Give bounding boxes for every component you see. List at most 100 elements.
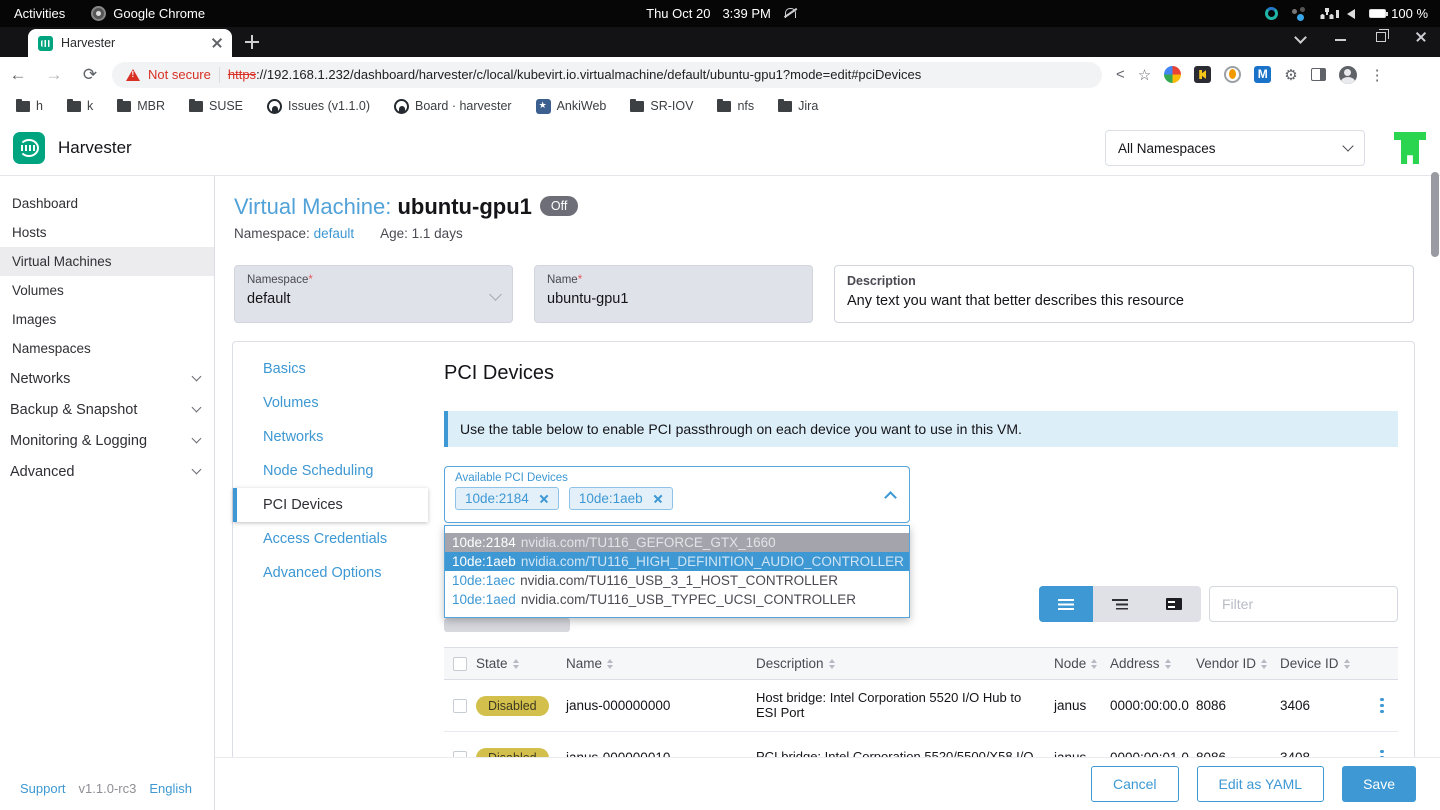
view-toggle-group xyxy=(1039,586,1201,622)
support-link[interactable]: Support xyxy=(20,781,66,796)
tab-node-scheduling[interactable]: Node Scheduling xyxy=(233,454,428,488)
save-button[interactable]: Save xyxy=(1342,766,1416,802)
window-close-button[interactable] xyxy=(1416,32,1426,42)
sidebar-item-hosts[interactable]: Hosts xyxy=(0,218,214,247)
bookmark-folder[interactable]: SUSE xyxy=(189,99,243,113)
system-tray[interactable]: 100 % xyxy=(796,6,1440,21)
bookmark-folder[interactable]: Jira xyxy=(778,99,818,113)
namespace-filter-select[interactable]: All Namespaces xyxy=(1105,130,1365,166)
tab-volumes[interactable]: Volumes xyxy=(233,386,428,420)
row-actions-kebab-icon[interactable] xyxy=(1366,698,1398,714)
minimize-button[interactable] xyxy=(1335,39,1346,41)
edit-as-yaml-button[interactable]: Edit as YAML xyxy=(1197,766,1325,802)
device-address: 0000:00:00.0 xyxy=(1110,698,1196,713)
extension-m-icon[interactable]: M xyxy=(1254,66,1271,83)
harvester-favicon xyxy=(38,36,53,51)
col-address[interactable]: Address xyxy=(1110,656,1196,671)
bookmark-folder[interactable]: SR-IOV xyxy=(630,99,693,113)
sidebar-item-volumes[interactable]: Volumes xyxy=(0,276,214,305)
option-pci-device[interactable]: 10de:1aecnvidia.com/TU116_USB_3_1_HOST_C… xyxy=(445,571,909,590)
bookmark-folder[interactable]: nfs xyxy=(717,99,754,113)
bookmark-folder[interactable]: MBR xyxy=(117,99,165,113)
side-panel-icon[interactable] xyxy=(1311,68,1326,81)
extension-orange-dot-icon[interactable] xyxy=(1224,66,1241,83)
remove-tag-icon[interactable] xyxy=(653,494,663,504)
sidebar-group-advanced[interactable]: Advanced xyxy=(0,456,214,487)
grouped-view-button[interactable] xyxy=(1093,586,1147,622)
col-device-id[interactable]: Device ID xyxy=(1280,656,1366,671)
table-header-row: State Name Description Node Address Vend… xyxy=(444,647,1398,680)
browser-menu-icon[interactable]: ⋮ xyxy=(1370,66,1385,84)
sidebar-group-backup-snapshot[interactable]: Backup & Snapshot xyxy=(0,394,214,425)
forward-button[interactable]: → xyxy=(36,65,72,85)
back-button[interactable]: ← xyxy=(0,65,36,85)
sidebar-item-dashboard[interactable]: Dashboard xyxy=(0,189,214,218)
available-pci-devices-select[interactable]: Available PCI Devices 10de:2184 10de:1ae… xyxy=(444,466,910,523)
extension-pinwheel-icon[interactable] xyxy=(1164,66,1181,83)
reload-button[interactable]: ⟳ xyxy=(72,65,108,85)
not-secure-label[interactable]: Not secure xyxy=(148,67,211,82)
row-checkbox[interactable] xyxy=(453,699,467,713)
col-state[interactable]: State xyxy=(476,656,566,671)
language-link[interactable]: English xyxy=(149,781,192,796)
tab-pci-devices[interactable]: PCI Devices xyxy=(233,488,428,522)
bookmark-folder[interactable]: k xyxy=(67,99,93,113)
tab-close-icon[interactable] xyxy=(212,38,222,48)
list-view-button[interactable] xyxy=(1039,586,1093,622)
rancher-barn-icon[interactable] xyxy=(1394,132,1426,164)
select-all-checkbox[interactable] xyxy=(453,657,467,671)
col-description[interactable]: Description xyxy=(756,656,1054,671)
sidebar-group-monitoring-logging[interactable]: Monitoring & Logging xyxy=(0,425,214,456)
activities-button[interactable]: Activities xyxy=(14,6,65,21)
share-icon[interactable]: < xyxy=(1116,66,1125,83)
focused-app-indicator[interactable]: Google Chrome xyxy=(91,6,205,21)
address-bar[interactable]: Not secure https://192.168.1.232/dashboa… xyxy=(112,62,1102,88)
harvester-logo[interactable] xyxy=(13,132,45,164)
tab-search-icon[interactable] xyxy=(1294,31,1307,44)
folder-icon xyxy=(189,101,203,112)
tab-basics[interactable]: Basics xyxy=(233,352,428,386)
col-node[interactable]: Node xyxy=(1054,656,1110,671)
col-vendor-id[interactable]: Vendor ID xyxy=(1196,656,1280,671)
selected-device-tag[interactable]: 10de:1aeb xyxy=(569,487,673,510)
tab-advanced-options[interactable]: Advanced Options xyxy=(233,556,428,590)
option-pci-device[interactable]: 10de:1aebnvidia.com/TU116_HIGH_DEFINITIO… xyxy=(445,552,909,571)
scrollbar-thumb[interactable] xyxy=(1431,172,1439,257)
url-text[interactable]: https://192.168.1.232/dashboard/harveste… xyxy=(228,67,921,82)
folder-icon xyxy=(16,101,30,112)
chevron-down-icon xyxy=(192,465,202,475)
bookmark-star-icon[interactable]: ☆ xyxy=(1138,66,1151,84)
option-pci-device[interactable]: 10de:2184nvidia.com/TU116_GEFORCE_GTX_16… xyxy=(445,533,909,552)
list-icon xyxy=(1058,599,1074,610)
obscured-button[interactable] xyxy=(444,618,570,632)
browser-tab-harvester[interactable]: Harvester xyxy=(28,29,232,57)
restore-button[interactable] xyxy=(1376,32,1386,42)
remove-tag-icon[interactable] xyxy=(539,494,549,504)
sidebar-item-virtual-machines[interactable]: Virtual Machines xyxy=(0,247,214,276)
cancel-button[interactable]: Cancel xyxy=(1091,766,1179,802)
bookmark-github-board[interactable]: Board · harvester xyxy=(394,99,512,114)
sidebar-item-images[interactable]: Images xyxy=(0,305,214,334)
namespace-link[interactable]: default xyxy=(314,226,355,241)
tab-access-credentials[interactable]: Access Credentials xyxy=(233,522,428,556)
bookmarks-bar: h k MBR SUSE Issues (v1.1.0) Board · har… xyxy=(0,92,1440,120)
description-field[interactable]: Description Any text you want that bette… xyxy=(834,265,1414,323)
page-title: Virtual Machine: ubuntu-gpu1Off xyxy=(234,194,578,220)
card-view-button[interactable] xyxy=(1147,586,1201,622)
bookmark-github-issues[interactable]: Issues (v1.1.0) xyxy=(267,99,370,114)
filter-input[interactable]: Filter xyxy=(1209,586,1398,622)
browser-tab-strip: Harvester xyxy=(0,27,1440,57)
tab-networks[interactable]: Networks xyxy=(233,420,428,454)
new-tab-button[interactable] xyxy=(245,35,259,49)
clock[interactable]: Thu Oct 20 3:39 PM xyxy=(646,6,796,21)
bookmark-ankiweb[interactable]: AnkiWeb xyxy=(536,99,607,114)
option-pci-device[interactable]: 10de:1aednvidia.com/TU116_USB_TYPEC_UCSI… xyxy=(445,590,909,609)
extension-k-icon[interactable] xyxy=(1194,66,1211,83)
bookmark-folder[interactable]: h xyxy=(16,99,43,113)
selected-device-tag[interactable]: 10de:2184 xyxy=(455,487,559,510)
sidebar-group-networks[interactable]: Networks xyxy=(0,363,214,394)
extensions-puzzle-icon[interactable]: ⚙ xyxy=(1284,66,1297,84)
profile-avatar[interactable] xyxy=(1339,66,1357,84)
col-name[interactable]: Name xyxy=(566,656,756,671)
sidebar-item-namespaces[interactable]: Namespaces xyxy=(0,334,214,363)
